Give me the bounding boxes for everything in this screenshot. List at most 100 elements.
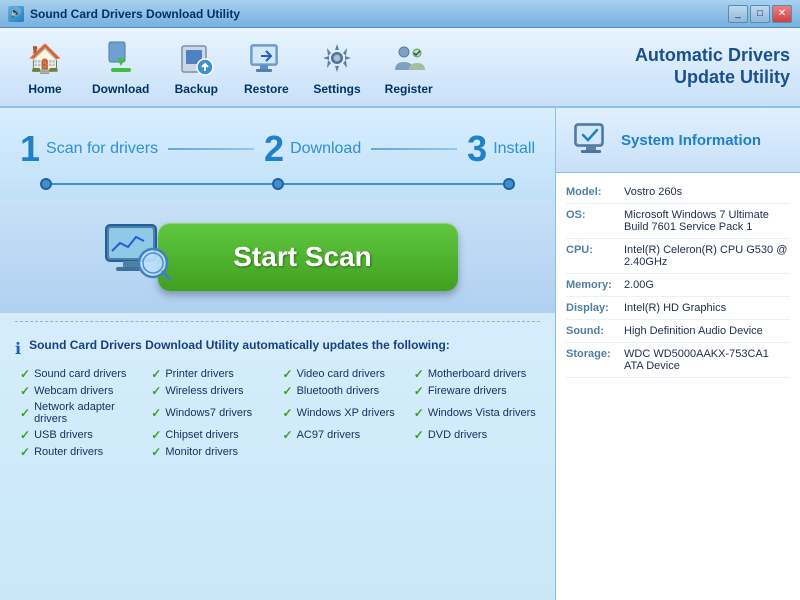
driver-item: ✓Sound card drivers bbox=[20, 367, 146, 381]
sysinfo-label: Sound: bbox=[566, 325, 616, 337]
toolbar: 🏠 Home Download Backup bbox=[0, 28, 800, 108]
main-area: 1 Scan for drivers 2 Download 3 Install bbox=[0, 108, 800, 600]
right-sidebar: System Information Model:Vostro 260sOS:M… bbox=[555, 108, 800, 600]
driver-item: ✓AC97 drivers bbox=[283, 428, 409, 442]
sysinfo-value: High Definition Audio Device bbox=[624, 325, 790, 337]
app-icon: 🔊 bbox=[8, 6, 24, 22]
driver-name: Wireless drivers bbox=[165, 385, 243, 397]
sysinfo-row: CPU:Intel(R) Celeron(R) CPU G530 @ 2.40G… bbox=[566, 239, 790, 274]
sysinfo-label: CPU: bbox=[566, 244, 616, 268]
sysinfo-row: Sound: High Definition Audio Device bbox=[566, 320, 790, 343]
driver-name: Windows XP drivers bbox=[297, 407, 395, 419]
driver-name: Windows7 drivers bbox=[165, 407, 252, 419]
driver-item: ✓Video card drivers bbox=[283, 367, 409, 381]
step-3-num: 3 bbox=[467, 128, 487, 170]
dots-line-1 bbox=[52, 183, 272, 185]
check-icon: ✓ bbox=[20, 445, 30, 459]
info-header: ℹ Sound Card Drivers Download Utility au… bbox=[15, 338, 540, 359]
sysinfo-value: WDC WD5000AAKX-753CA1 ATA Device bbox=[624, 348, 790, 372]
check-icon: ✓ bbox=[283, 367, 293, 381]
home-icon: 🏠 bbox=[25, 38, 65, 78]
title-bar-left: 🔊 Sound Card Drivers Download Utility bbox=[8, 6, 240, 22]
info-section: ℹ Sound Card Drivers Download Utility au… bbox=[0, 330, 555, 600]
sysinfo-value: Microsoft Windows 7 Ultimate Build 7601 … bbox=[624, 209, 790, 233]
driver-name: Sound card drivers bbox=[34, 368, 126, 380]
brand-text: Automatic Drivers Update Utility bbox=[635, 45, 790, 88]
check-icon: ✓ bbox=[20, 384, 30, 398]
register-icon bbox=[389, 38, 429, 78]
maximize-button[interactable]: □ bbox=[750, 5, 770, 23]
driver-item: ✓ Windows XP drivers bbox=[283, 401, 409, 425]
steps-dots bbox=[20, 178, 535, 190]
toolbar-home[interactable]: 🏠 Home bbox=[10, 32, 80, 102]
check-icon: ✓ bbox=[151, 367, 161, 381]
minimize-button[interactable]: _ bbox=[728, 5, 748, 23]
driver-item: ✓Webcam drivers bbox=[20, 384, 146, 398]
driver-name: Fireware drivers bbox=[428, 385, 507, 397]
check-icon: ✓ bbox=[283, 428, 293, 442]
driver-name: DVD drivers bbox=[428, 429, 487, 441]
toolbar-download[interactable]: Download bbox=[80, 32, 161, 102]
step-3: 3 Install bbox=[467, 128, 535, 170]
check-icon: ✓ bbox=[414, 384, 424, 398]
step-1-num: 1 bbox=[20, 128, 40, 170]
info-icon: ℹ bbox=[15, 339, 21, 359]
dot-1 bbox=[40, 178, 52, 190]
check-icon: ✓ bbox=[151, 406, 161, 420]
check-icon: ✓ bbox=[414, 367, 424, 381]
sysinfo-value: 2.00G bbox=[624, 279, 790, 291]
restore-label: Restore bbox=[244, 82, 289, 96]
backup-label: Backup bbox=[175, 82, 218, 96]
driver-item: ✓ Router drivers bbox=[20, 445, 146, 459]
step-2-num: 2 bbox=[264, 128, 284, 170]
driver-name: USB drivers bbox=[34, 429, 93, 441]
toolbar-settings[interactable]: Settings bbox=[301, 32, 372, 102]
left-content: 1 Scan for drivers 2 Download 3 Install bbox=[0, 108, 555, 600]
check-icon: ✓ bbox=[151, 384, 161, 398]
start-scan-button[interactable]: Start Scan bbox=[158, 223, 458, 291]
step-2-text: Download bbox=[290, 140, 361, 158]
driver-item: ✓ Windows7 drivers bbox=[151, 401, 277, 425]
driver-name: Router drivers bbox=[34, 446, 103, 458]
window-controls[interactable]: _ □ ✕ bbox=[728, 5, 792, 23]
sysinfo-row: Memory:2.00G bbox=[566, 274, 790, 297]
sysinfo-icon bbox=[571, 120, 611, 160]
window-title: Sound Card Drivers Download Utility bbox=[30, 7, 240, 21]
toolbar-register[interactable]: Register bbox=[373, 32, 445, 102]
driver-item: ✓ DVD drivers bbox=[414, 428, 540, 442]
drivers-grid: ✓Sound card drivers✓Printer drivers✓Vide… bbox=[15, 367, 540, 459]
driver-item: ✓ Motherboard drivers bbox=[414, 367, 540, 381]
check-icon: ✓ bbox=[151, 428, 161, 442]
brand-line1: Automatic Drivers bbox=[635, 45, 790, 67]
title-bar: 🔊 Sound Card Drivers Download Utility _ … bbox=[0, 0, 800, 28]
check-icon: ✓ bbox=[283, 406, 293, 420]
sysinfo-label: OS: bbox=[566, 209, 616, 233]
divider bbox=[15, 321, 540, 322]
scan-icon bbox=[98, 215, 178, 295]
dot-3 bbox=[503, 178, 515, 190]
check-icon: ✓ bbox=[151, 445, 161, 459]
sysinfo-value: Vostro 260s bbox=[624, 186, 790, 198]
sysinfo-value: Intel(R) HD Graphics bbox=[624, 302, 790, 314]
close-button[interactable]: ✕ bbox=[772, 5, 792, 23]
step-line-2 bbox=[371, 148, 457, 150]
driver-item: ✓Printer drivers bbox=[151, 367, 277, 381]
settings-icon bbox=[317, 38, 357, 78]
driver-name: Windows Vista drivers bbox=[428, 407, 536, 419]
step-1-text: Scan for drivers bbox=[46, 140, 158, 158]
driver-name: Chipset drivers bbox=[165, 429, 238, 441]
scan-icon-wrapper bbox=[98, 215, 178, 298]
scan-area: Start Scan bbox=[0, 200, 555, 313]
sysinfo-label: Storage: bbox=[566, 348, 616, 372]
driver-name: Motherboard drivers bbox=[428, 368, 526, 380]
driver-item: ✓Network adapter drivers bbox=[20, 401, 146, 425]
sysinfo-row: Storage: WDC WD5000AAKX-753CA1 ATA Device bbox=[566, 343, 790, 378]
check-icon: ✓ bbox=[414, 428, 424, 442]
backup-icon bbox=[176, 38, 216, 78]
toolbar-backup[interactable]: Backup bbox=[161, 32, 231, 102]
download-icon bbox=[101, 38, 141, 78]
toolbar-restore[interactable]: Restore bbox=[231, 32, 301, 102]
sysinfo-header: System Information bbox=[556, 108, 800, 173]
check-icon: ✓ bbox=[414, 406, 424, 420]
sysinfo-row: Display:Intel(R) HD Graphics bbox=[566, 297, 790, 320]
